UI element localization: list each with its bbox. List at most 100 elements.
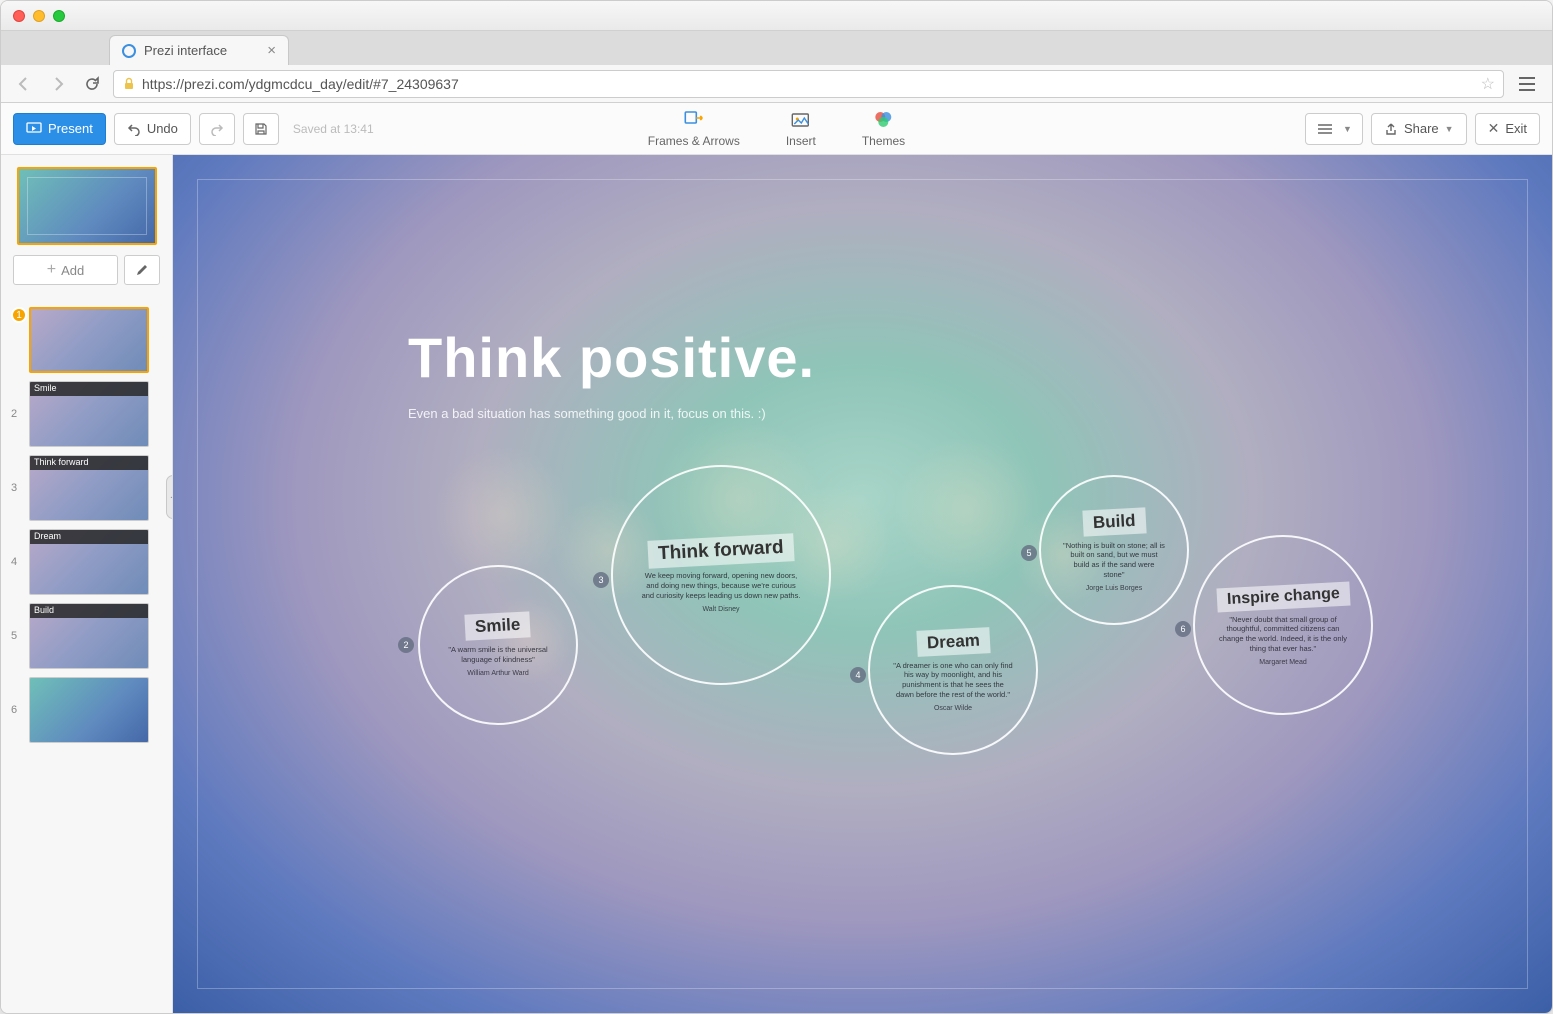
themes-icon bbox=[873, 109, 895, 131]
share-button[interactable]: Share ▼ bbox=[1371, 113, 1467, 145]
center-tools: Frames & Arrows Insert Themes bbox=[648, 109, 905, 148]
frame-author: Jorge Luis Borges bbox=[1086, 585, 1142, 592]
step-number: 2 bbox=[398, 637, 414, 653]
slide-item[interactable]: 5 Build bbox=[1, 599, 172, 673]
url-text: https://prezi.com/ydgmcdcu_day/edit/#7_2… bbox=[142, 76, 459, 92]
exit-label: Exit bbox=[1505, 121, 1527, 136]
insert-label: Insert bbox=[786, 134, 816, 148]
share-label: Share bbox=[1404, 121, 1439, 136]
frames-arrows-button[interactable]: Frames & Arrows bbox=[648, 109, 740, 148]
themes-button[interactable]: Themes bbox=[862, 109, 905, 148]
frame-tag: Think forward bbox=[648, 534, 795, 570]
lock-icon bbox=[122, 77, 136, 91]
undo-button[interactable]: Undo bbox=[114, 113, 191, 145]
frame-dream[interactable]: 4 Dream "A dreamer is one who can only f… bbox=[868, 585, 1038, 755]
slide-thumbnail: Think forward bbox=[29, 455, 149, 521]
bookmark-star-icon[interactable]: ☆ bbox=[1481, 74, 1495, 94]
redo-button[interactable] bbox=[199, 113, 235, 145]
present-label: Present bbox=[48, 121, 93, 136]
edit-path-button[interactable] bbox=[124, 255, 160, 285]
add-label: Add bbox=[61, 263, 84, 278]
frame-tag: Smile bbox=[465, 612, 532, 641]
slide-number: 6 bbox=[5, 704, 23, 716]
presentation-icon bbox=[26, 122, 42, 136]
frame-smile[interactable]: 2 Smile "A warm smile is the universal l… bbox=[418, 565, 578, 725]
slide-thumbnail bbox=[29, 307, 149, 373]
slide-thumbnail: Smile bbox=[29, 381, 149, 447]
path-sidebar: + Add 1 2 Smile 3 Th bbox=[1, 155, 173, 1013]
insert-icon bbox=[790, 109, 812, 131]
address-bar[interactable]: https://prezi.com/ydgmcdcu_day/edit/#7_2… bbox=[113, 70, 1504, 98]
save-icon bbox=[254, 122, 268, 136]
frame-quote: We keep moving forward, opening new door… bbox=[639, 571, 802, 600]
main-title: Think positive. bbox=[408, 325, 815, 390]
traffic-lights bbox=[13, 10, 65, 22]
frame-quote: "A warm smile is the universal language … bbox=[442, 645, 554, 665]
frame-think-forward[interactable]: 3 Think forward We keep moving forward, … bbox=[611, 465, 831, 685]
frame-quote: "Nothing is built on stone; all is built… bbox=[1062, 541, 1166, 580]
browser-tabstrip: Prezi interface × bbox=[1, 31, 1552, 65]
slide-item[interactable]: 3 Think forward bbox=[1, 451, 172, 525]
frames-icon bbox=[683, 109, 705, 131]
frame-author: Oscar Wilde bbox=[934, 705, 972, 712]
overview-thumbnail[interactable] bbox=[17, 167, 157, 245]
step-number: 6 bbox=[1175, 621, 1191, 637]
slide-badge: 1 bbox=[11, 307, 27, 323]
zoom-window-icon[interactable] bbox=[53, 10, 65, 22]
reload-button[interactable] bbox=[79, 71, 105, 97]
view-options-button[interactable]: ▼ bbox=[1305, 113, 1363, 145]
frame-tag: Build bbox=[1082, 507, 1146, 536]
browser-tab[interactable]: Prezi interface × bbox=[109, 35, 289, 65]
reload-icon bbox=[84, 76, 100, 92]
share-icon bbox=[1384, 122, 1398, 136]
tab-close-icon[interactable]: × bbox=[267, 42, 276, 59]
tab-title: Prezi interface bbox=[144, 43, 227, 58]
undo-label: Undo bbox=[147, 121, 178, 136]
favicon-icon bbox=[122, 44, 136, 58]
back-button[interactable] bbox=[11, 71, 37, 97]
exit-button[interactable]: ✕ Exit bbox=[1475, 113, 1540, 145]
arrow-right-icon bbox=[50, 76, 66, 92]
arrow-left-icon bbox=[16, 76, 32, 92]
slide-item[interactable]: 2 Smile bbox=[1, 377, 172, 451]
title-block[interactable]: Think positive. Even a bad situation has… bbox=[408, 325, 815, 421]
frame-build[interactable]: 5 Build "Nothing is built on stone; all … bbox=[1039, 475, 1189, 625]
frame-author: Walt Disney bbox=[702, 606, 739, 613]
prezi-toolbar: Present Undo Saved at 13:41 Frames & Arr… bbox=[1, 103, 1552, 155]
frame-quote: "Never doubt that small group of thought… bbox=[1218, 615, 1347, 654]
add-frame-button[interactable]: + Add bbox=[13, 255, 118, 285]
close-icon: ✕ bbox=[1488, 120, 1500, 137]
slide-thumbnail bbox=[29, 677, 149, 743]
frame-inspire-change[interactable]: 6 Inspire change "Never doubt that small… bbox=[1193, 535, 1373, 715]
browser-menu-button[interactable] bbox=[1512, 70, 1542, 98]
slide-item[interactable]: 6 bbox=[1, 673, 172, 747]
bokeh-decoration bbox=[433, 445, 573, 585]
frame-quote: "A dreamer is one who can only find his … bbox=[893, 661, 1014, 700]
slide-number: 3 bbox=[5, 482, 23, 494]
step-number: 3 bbox=[593, 572, 609, 588]
frame-tag: Dream bbox=[916, 627, 990, 657]
app-window: Prezi interface × https://prezi.com/ydgm… bbox=[0, 0, 1553, 1014]
close-window-icon[interactable] bbox=[13, 10, 25, 22]
list-icon bbox=[1316, 123, 1334, 135]
mac-titlebar bbox=[1, 1, 1552, 31]
step-number: 4 bbox=[850, 667, 866, 683]
frame-tag: Inspire change bbox=[1216, 581, 1350, 612]
saved-status: Saved at 13:41 bbox=[293, 122, 374, 136]
frame-author: Margaret Mead bbox=[1259, 659, 1306, 666]
themes-label: Themes bbox=[862, 134, 905, 148]
prezi-canvas[interactable]: Think positive. Even a bad situation has… bbox=[173, 155, 1552, 1013]
slides-list: 1 2 Smile 3 Think forward 4 Dream 5 bbox=[1, 297, 172, 753]
slide-number: 2 bbox=[5, 408, 23, 420]
slide-item[interactable]: 1 bbox=[1, 303, 172, 377]
sidebar-collapse-handle[interactable]: ◂ bbox=[166, 475, 173, 519]
slide-item[interactable]: 4 Dream bbox=[1, 525, 172, 599]
forward-button[interactable] bbox=[45, 71, 71, 97]
save-button[interactable] bbox=[243, 113, 279, 145]
slide-thumbnail: Build bbox=[29, 603, 149, 669]
insert-button[interactable]: Insert bbox=[786, 109, 816, 148]
chevron-down-icon: ▼ bbox=[1445, 124, 1454, 134]
frames-label: Frames & Arrows bbox=[648, 134, 740, 148]
minimize-window-icon[interactable] bbox=[33, 10, 45, 22]
present-button[interactable]: Present bbox=[13, 113, 106, 145]
